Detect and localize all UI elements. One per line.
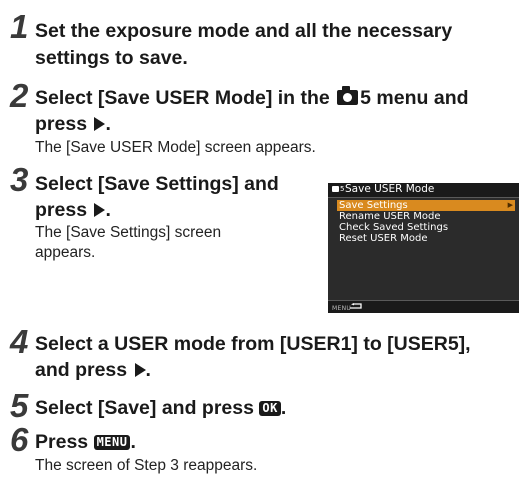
camera-screen-title: Save USER Mode xyxy=(345,183,435,195)
step-6-body: The screen of Step 3 reappears. xyxy=(35,457,258,474)
step-2-title-part1: Select [Save USER Mode] in the xyxy=(35,87,330,109)
step-4-press-label: and press xyxy=(35,359,128,381)
ok-key-icon: OK xyxy=(259,401,281,416)
step-6-number: 6 xyxy=(10,421,29,458)
step-6-title-text: Press xyxy=(35,431,89,453)
right-triangle-icon xyxy=(94,203,106,217)
right-triangle-icon xyxy=(134,363,146,377)
step-3-title-line2: press . xyxy=(35,199,111,221)
step-5-number: 5 xyxy=(10,387,29,424)
right-triangle-icon: ▶ xyxy=(507,201,513,209)
step-4-title-line2: and press . xyxy=(35,359,151,381)
camera-menu-item-reset[interactable]: Reset USER Mode xyxy=(337,233,515,244)
camera-screen-header: 5 Save USER Mode xyxy=(328,183,519,198)
step-2-title-line2: press . xyxy=(35,113,111,135)
step-3-body-line2: appears. xyxy=(35,244,96,261)
step-3-body-line1: The [Save Settings] screen xyxy=(35,224,222,241)
step-5-title-text: Select [Save] and press xyxy=(35,397,254,419)
step-4-title-line1: Select a USER mode from [USER1] to [USER… xyxy=(35,333,471,355)
camera-screen-footer: MENU xyxy=(328,300,519,313)
step-4-number: 4 xyxy=(10,323,29,360)
step-3-title-line1: Select [Save Settings] and xyxy=(35,173,279,195)
camera-menu-item-check[interactable]: Check Saved Settings xyxy=(337,222,515,233)
camera-screen-menu-number: 5 xyxy=(340,185,345,193)
camera-menu-item-rename[interactable]: Rename USER Mode xyxy=(337,211,515,222)
step-3-number: 3 xyxy=(10,161,29,198)
camera-icon xyxy=(337,86,359,105)
step-2-title-line1: Select [Save USER Mode] in the 5 menu an… xyxy=(35,86,469,110)
step-1-title-line2: settings to save. xyxy=(35,47,188,69)
right-triangle-icon xyxy=(94,117,106,131)
back-arrow-icon xyxy=(350,303,362,309)
camera-icon xyxy=(332,186,339,192)
step-2-body: The [Save USER Mode] screen appears. xyxy=(35,139,316,156)
step-6-title: Press MENU. xyxy=(35,431,136,453)
step-2-number: 2 xyxy=(10,77,29,114)
step-3-press-label: press xyxy=(35,199,88,221)
step-2-title-part2: 5 menu and xyxy=(360,87,469,109)
step-5-title: Select [Save] and press OK. xyxy=(35,397,287,419)
step-2-press-label: press xyxy=(35,113,88,135)
menu-key-icon: MENU xyxy=(93,435,131,450)
camera-menu-item-save-settings[interactable]: Save Settings ▶ xyxy=(337,200,515,211)
camera-screen: 5 Save USER Mode Save Settings ▶ Rename … xyxy=(328,183,519,313)
step-1-title-line1: Set the exposure mode and all the necess… xyxy=(35,20,453,42)
step-1-number: 1 xyxy=(10,8,29,45)
